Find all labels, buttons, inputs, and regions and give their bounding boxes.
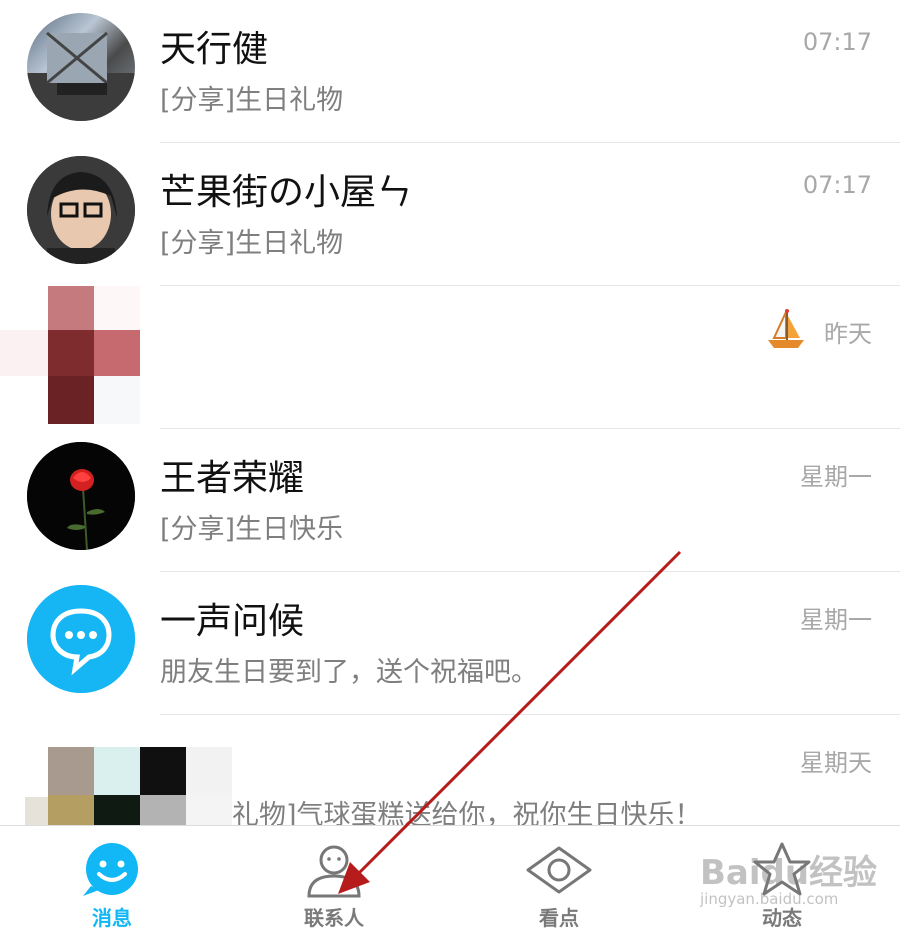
contact-name: 芒果街の小屋ㄣ xyxy=(160,172,413,213)
message-time: 昨天 xyxy=(824,320,872,348)
tab-label: 联系人 xyxy=(304,906,364,930)
contact-name: 王者荣耀 xyxy=(160,458,305,499)
watermark-url: jingyan.baidu.com xyxy=(700,890,839,908)
message-time: 星期天 xyxy=(800,749,872,777)
sailboat-icon xyxy=(768,309,804,348)
rose-icon xyxy=(27,442,135,550)
chat-bubble-icon xyxy=(27,585,135,693)
conversation-row[interactable]: 天行健 [分享]生日礼物 07:17 xyxy=(0,0,900,143)
eye-icon xyxy=(526,846,592,894)
avatar[interactable] xyxy=(27,13,135,121)
pixelated-avatar[interactable] xyxy=(0,286,145,426)
avatar[interactable] xyxy=(27,156,135,264)
message-preview: 朋友生日要到了，送个祝福吧。 xyxy=(160,657,538,688)
contacts-icon xyxy=(307,845,361,898)
tab-contacts[interactable]: 联系人 xyxy=(264,826,404,931)
message-time: 07:17 xyxy=(802,171,872,199)
message-preview: [分享]生日礼物 xyxy=(160,228,344,259)
message-preview: [分享]生日礼物 xyxy=(160,85,344,116)
message-time: 星期一 xyxy=(800,463,872,491)
watermark: Baidu经验 jingyan.baidu.com xyxy=(700,845,880,920)
avatar[interactable] xyxy=(27,442,135,550)
message-icon xyxy=(83,843,138,896)
watermark-title: Baidu经验 xyxy=(700,853,878,893)
tab-messages[interactable]: 消息 xyxy=(42,826,182,931)
tab-discover[interactable]: 看点 xyxy=(489,826,629,931)
conversation-row[interactable]: 王者荣耀 [分享]生日快乐 星期一 xyxy=(0,429,900,572)
avatar[interactable] xyxy=(27,585,135,693)
tab-label: 看点 xyxy=(539,906,579,930)
message-preview: [分享]生日快乐 xyxy=(160,514,344,545)
conversation-row[interactable]: 芒果街の小屋ㄣ [分享]生日礼物 07:17 xyxy=(0,143,900,286)
contact-name: 一声问候 xyxy=(160,601,305,642)
message-time: 07:17 xyxy=(802,28,872,56)
building-photo-icon xyxy=(27,31,135,121)
person-photo-icon xyxy=(27,156,135,264)
tab-label: 消息 xyxy=(92,906,132,930)
contact-name: 天行健 xyxy=(160,29,269,70)
conversation-row[interactable]: 一声问候 朋友生日要到了，送个祝福吧。 星期一 xyxy=(0,572,900,715)
conversation-row[interactable]: 昨天 xyxy=(0,286,900,429)
message-time: 星期一 xyxy=(800,606,872,634)
